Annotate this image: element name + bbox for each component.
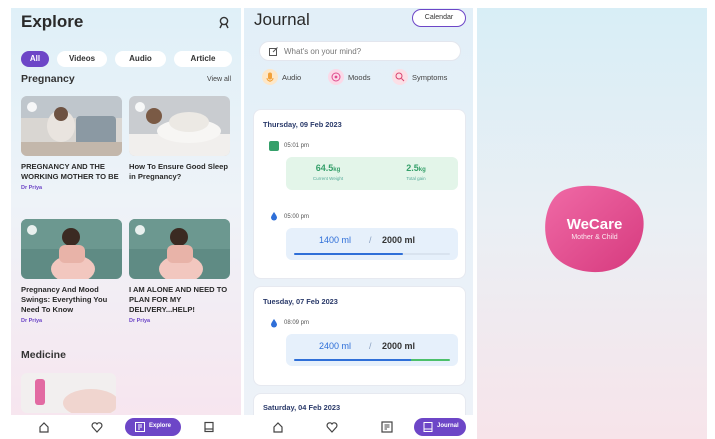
bottom-nav: Journal: [244, 415, 473, 439]
water-intake: 1400 ml / 2000 ml: [286, 228, 458, 260]
tab-audio[interactable]: Audio: [115, 51, 166, 67]
entry-time: 05:00 pm: [284, 214, 310, 220]
article-card[interactable]: How To Ensure Good Sleep in Pregnancy?: [129, 96, 230, 185]
play-icon: [27, 102, 37, 112]
nav-explore-label: Explore: [149, 423, 172, 429]
article-thumbnail: [129, 96, 230, 156]
current-weight-label: Current Weight: [312, 176, 344, 181]
symptoms-icon: [392, 69, 408, 85]
splash-screen: WeCare Mother & Child: [477, 8, 707, 439]
water-separator: /: [369, 235, 372, 245]
mic-icon: [262, 69, 278, 85]
water-icon: [271, 212, 277, 221]
play-icon: [135, 225, 145, 235]
explore-icon: [135, 422, 145, 432]
article-card[interactable]: Pregnancy And Mood Swings: Everything Yo…: [21, 219, 122, 324]
journal-icon[interactable]: [203, 421, 215, 433]
nav-explore-button[interactable]: Explore: [125, 418, 181, 436]
water-intake: 2400 ml / 2000 ml: [286, 334, 458, 366]
article-title: PREGNANCY AND THE WORKING MOTHER TO BE: [21, 162, 119, 181]
article-thumbnail: [21, 219, 122, 279]
weight-icon: [269, 141, 279, 151]
view-all-link[interactable]: View all: [207, 76, 231, 83]
play-icon: [27, 225, 37, 235]
water-current: 2400 ml: [319, 341, 352, 351]
water-goal: 2000 ml: [382, 235, 416, 245]
water-icon: [271, 319, 277, 328]
journal-screen: Journal Calendar What's on your mind? Au…: [244, 8, 473, 439]
page-title: Explore: [21, 12, 84, 31]
article-card[interactable]: PREGNANCY AND THE WORKING MOTHER TO BE D…: [21, 96, 122, 191]
explore-icon[interactable]: [381, 421, 393, 433]
water-current: 1400 ml: [319, 235, 352, 245]
article-thumbnail: [21, 96, 122, 156]
section-title-pregnancy: Pregnancy: [21, 73, 75, 85]
play-icon: [135, 102, 145, 112]
total-gain-value: 2.5kg: [406, 163, 426, 173]
entry-date: Tuesday, 07 Feb 2023: [263, 297, 338, 306]
nav-journal-button[interactable]: Journal: [414, 418, 466, 436]
journal-entry-card[interactable]: Tuesday, 07 Feb 2023 08:09 pm 2400 ml / …: [253, 286, 466, 386]
article-author: Dr Priya: [129, 318, 151, 324]
page-title: Journal: [254, 10, 310, 29]
heart-icon[interactable]: [326, 421, 338, 433]
quick-audio-label: Audio: [282, 73, 302, 82]
tab-all[interactable]: All: [21, 51, 49, 67]
article-thumbnail: [129, 219, 230, 279]
brand-name: WeCare: [566, 216, 623, 233]
explore-header: Explore: [21, 11, 231, 35]
tab-article[interactable]: Article: [174, 51, 232, 67]
quick-symptoms-label: Symptoms: [412, 73, 448, 82]
journal-entry-card[interactable]: Thursday, 09 Feb 2023 05:01 pm 64.5kg Cu…: [253, 109, 466, 279]
entry-date: Thursday, 09 Feb 2023: [263, 120, 342, 129]
article-author: Dr Priya: [21, 185, 43, 191]
article-title: How To Ensure Good Sleep in Pregnancy?: [129, 162, 229, 181]
home-icon[interactable]: [38, 421, 50, 433]
tab-videos[interactable]: Videos: [57, 51, 107, 67]
home-icon[interactable]: [272, 421, 284, 433]
explore-screen: Explore All Videos Audio Article Pregnan…: [11, 8, 241, 439]
wecare-logo: WeCare Mother & Child: [542, 183, 647, 273]
total-gain-label: Total gain: [406, 176, 426, 181]
medicine-thumbnail[interactable]: [21, 373, 116, 413]
nav-journal-label: Journal: [437, 423, 459, 429]
calendar-button[interactable]: Calendar: [412, 9, 466, 27]
water-progress-bar: [294, 359, 450, 361]
current-weight-value: 64.5kg: [315, 163, 341, 173]
article-title: Pregnancy And Mood Swings: Everything Yo…: [21, 285, 108, 314]
bottom-nav: Explore: [11, 415, 241, 439]
article-card[interactable]: I AM ALONE AND NEED TO PLAN FOR MY DELIV…: [129, 219, 230, 324]
article-author: Dr Priya: [21, 318, 43, 324]
filter-tabs: All Videos Audio Article: [21, 51, 241, 67]
water-progress-bar: [294, 253, 450, 255]
screens: Explore All Videos Audio Article Pregnan…: [0, 0, 715, 439]
mood-icon: [328, 69, 344, 85]
journal-icon: [423, 422, 433, 432]
entry-date: Saturday, 04 Feb 2023: [263, 403, 341, 412]
edit-icon: [269, 47, 278, 56]
mind-placeholder: What's on your mind?: [284, 47, 362, 56]
brand-tagline: Mother & Child: [571, 234, 618, 241]
quick-moods-label: Moods: [348, 73, 371, 82]
water-goal: 2000 ml: [382, 341, 416, 351]
heart-icon[interactable]: [91, 421, 103, 433]
entry-time: 05:01 pm: [284, 143, 310, 149]
section-title-medicine: Medicine: [21, 349, 66, 361]
water-separator: /: [369, 341, 372, 351]
mind-input[interactable]: What's on your mind?: [259, 41, 461, 61]
entry-time: 08:09 pm: [284, 320, 310, 326]
article-title: I AM ALONE AND NEED TO PLAN FOR MY DELIV…: [129, 285, 228, 314]
search-icon[interactable]: [218, 16, 231, 29]
weight-summary: 64.5kg Current Weight 2.5kg Total gain: [286, 157, 458, 190]
